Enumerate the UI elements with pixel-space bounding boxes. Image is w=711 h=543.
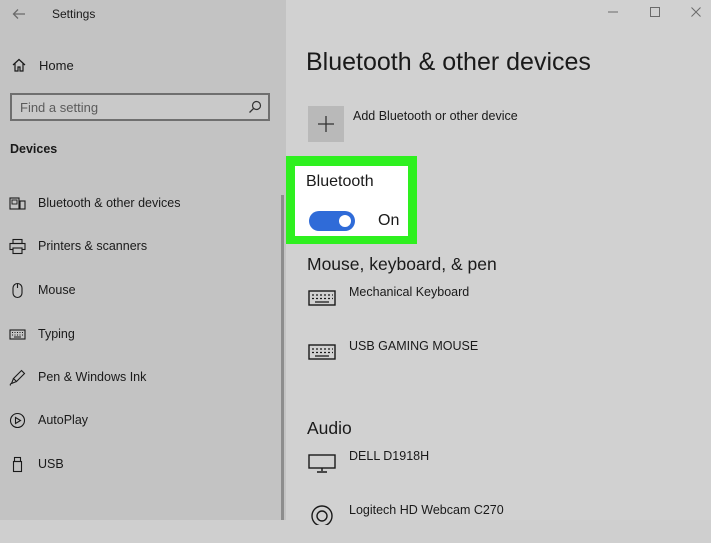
sidebar-item-bluetooth[interactable]: Bluetooth & other devices	[0, 188, 280, 218]
section-label-devices: Devices	[10, 142, 58, 156]
autoplay-icon	[9, 412, 26, 429]
pen-icon	[9, 369, 26, 386]
search-box[interactable]	[10, 93, 270, 121]
app-title: Settings	[52, 7, 96, 21]
keyboard-icon	[9, 326, 26, 343]
bluetooth-panel: Bluetooth On	[295, 166, 408, 236]
bluetooth-highlight-box: Bluetooth On	[286, 156, 417, 244]
keyboard-icon	[308, 285, 336, 312]
device-item[interactable]: Logitech HD Webcam C270	[308, 503, 688, 543]
bluetooth-devices-icon	[9, 195, 26, 212]
add-device-label: Add Bluetooth or other device	[353, 109, 518, 123]
sidebar-item-typing[interactable]: Typing	[0, 319, 280, 349]
search-input[interactable]	[20, 98, 240, 116]
sidebar: Settings Home Devices Bluetooth & other …	[0, 0, 286, 520]
plus-icon	[318, 116, 334, 132]
minimize-icon[interactable]	[605, 6, 621, 22]
bluetooth-toggle-state: On	[378, 212, 400, 229]
close-icon[interactable]	[688, 6, 704, 22]
search-icon[interactable]	[248, 100, 262, 114]
sidebar-item-label: Pen & Windows Ink	[38, 370, 147, 384]
sidebar-item-label: AutoPlay	[38, 413, 89, 427]
keyboard-icon	[308, 339, 336, 366]
sidebar-item-home[interactable]: Home	[0, 52, 286, 80]
home-label: Home	[39, 58, 74, 73]
sidebar-item-usb[interactable]: USB	[0, 449, 280, 479]
sidebar-item-label: Printers & scanners	[38, 239, 148, 253]
back-arrow-icon[interactable]	[10, 6, 28, 24]
printer-icon	[9, 238, 26, 255]
settings-window: Settings Home Devices Bluetooth & other …	[0, 0, 711, 527]
usb-icon	[9, 456, 26, 473]
device-name: USB GAMING MOUSE	[349, 339, 479, 353]
page-title: Bluetooth & other devices	[306, 48, 591, 76]
sidebar-item-label: Typing	[38, 327, 75, 341]
mouse-icon	[9, 282, 26, 299]
sidebar-scrollbar[interactable]	[281, 195, 284, 520]
device-item[interactable]: USB GAMING MOUSE	[308, 339, 688, 379]
sidebar-item-printers[interactable]: Printers & scanners	[0, 231, 280, 261]
group-title-input-devices: Mouse, keyboard, & pen	[307, 254, 497, 274]
device-name: Logitech HD Webcam C270	[349, 503, 504, 517]
sidebar-item-label: Mouse	[38, 283, 76, 297]
title-bar: Settings	[0, 0, 286, 30]
device-item[interactable]: DELL D1918H	[308, 449, 688, 489]
device-item[interactable]: Mechanical Keyboard	[308, 285, 688, 325]
sidebar-item-mouse[interactable]: Mouse	[0, 275, 280, 305]
maximize-icon[interactable]	[647, 6, 663, 22]
sidebar-item-autoplay[interactable]: AutoPlay	[0, 405, 280, 435]
sidebar-item-label: Bluetooth & other devices	[38, 196, 181, 210]
home-icon	[11, 57, 27, 73]
add-device-plus-box[interactable]	[308, 106, 344, 142]
sidebar-item-label: USB	[38, 457, 64, 471]
sidebar-item-pen[interactable]: Pen & Windows Ink	[0, 362, 280, 392]
device-name: Mechanical Keyboard	[349, 285, 470, 299]
monitor-icon	[308, 449, 336, 478]
device-name: DELL D1918H	[349, 449, 430, 463]
webcam-icon	[308, 503, 336, 530]
bluetooth-heading: Bluetooth	[306, 173, 374, 190]
bluetooth-toggle[interactable]	[309, 211, 355, 231]
main-content: Bluetooth & other devices Add Bluetooth …	[286, 0, 711, 527]
group-title-audio: Audio	[307, 418, 352, 438]
toggle-knob	[339, 215, 351, 227]
add-device-button[interactable]: Add Bluetooth or other device	[308, 106, 608, 144]
